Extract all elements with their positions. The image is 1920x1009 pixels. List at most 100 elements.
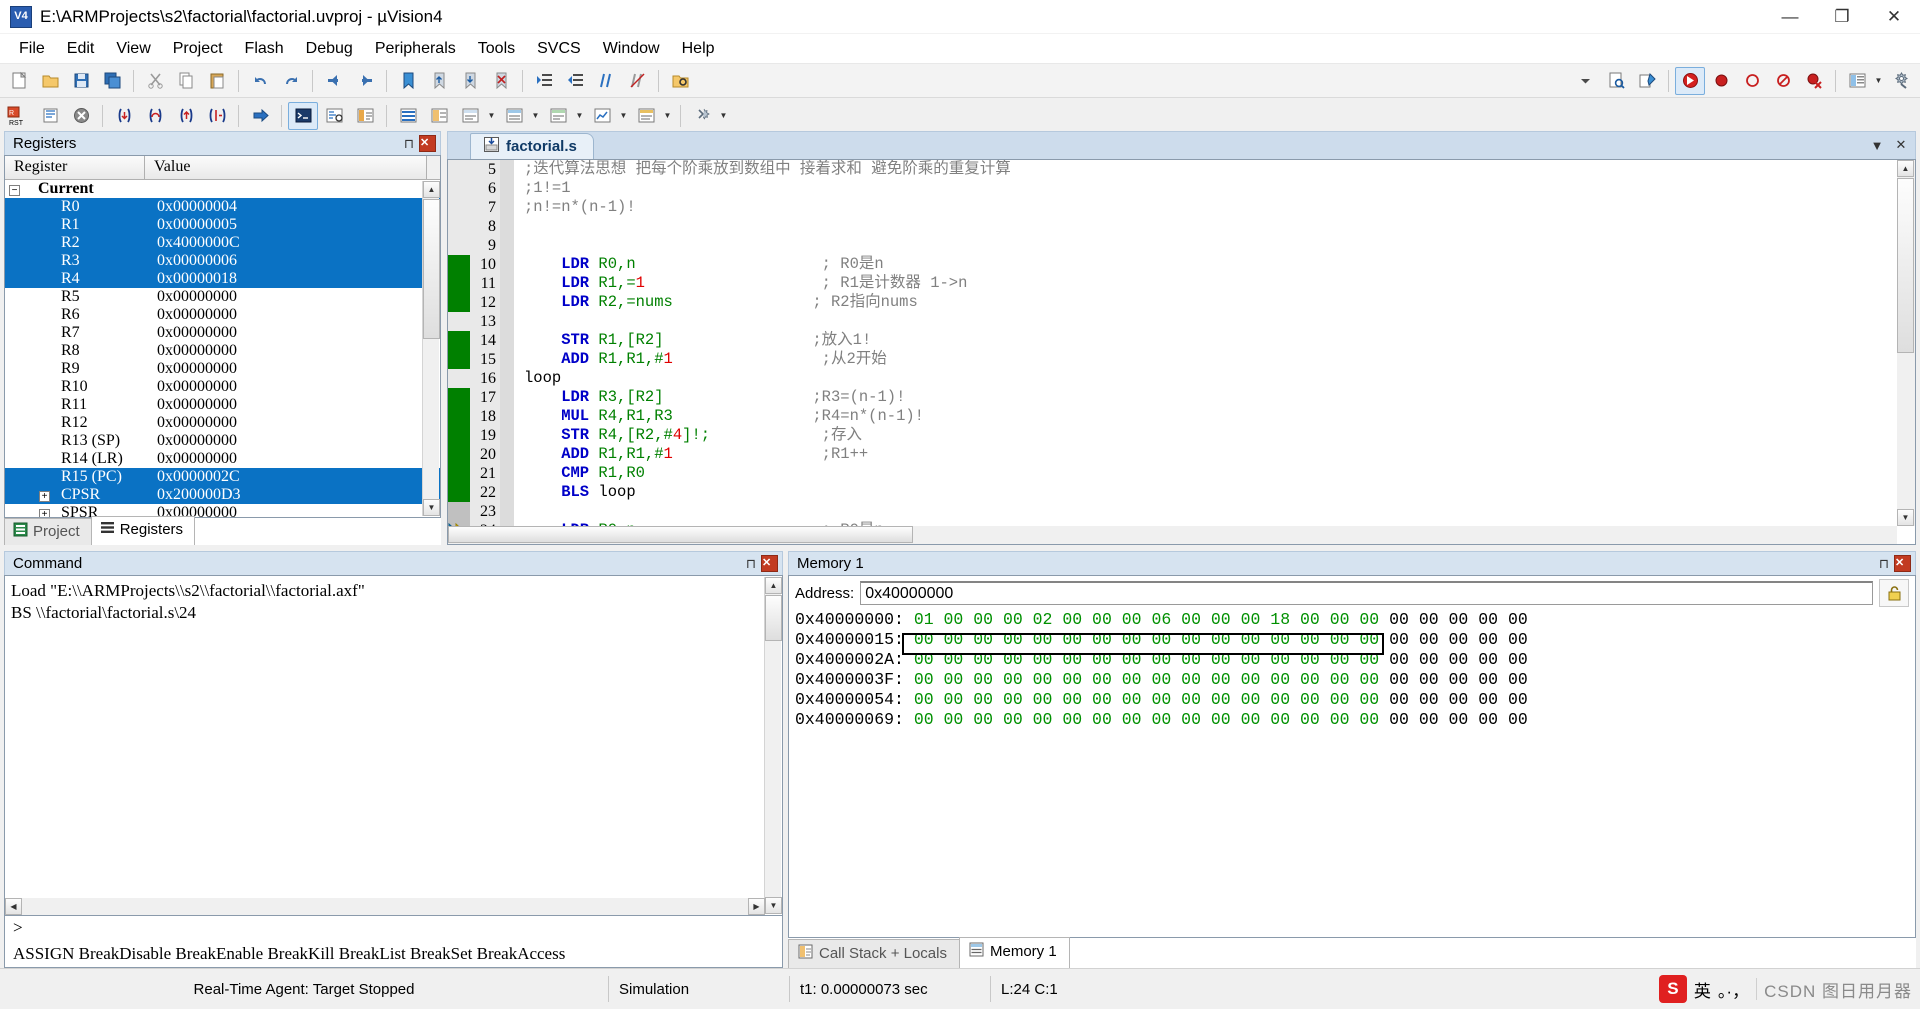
memory-body[interactable]: Address: 0x40000000: 01 00 00 00 02 00 0… xyxy=(788,575,1916,938)
scroll-down-icon[interactable]: ▼ xyxy=(423,499,440,516)
code-text[interactable] xyxy=(514,312,1897,331)
register-row-r0[interactable]: R0 0x00000004 xyxy=(5,198,440,216)
code-text[interactable]: LDR R1,=1 ; R1是计数器 1->n xyxy=(514,274,1897,293)
navigate-forward-icon[interactable] xyxy=(350,67,380,95)
register-value[interactable]: 0x00000000 xyxy=(157,288,237,306)
column-value[interactable]: Value xyxy=(145,156,427,179)
code-line[interactable]: 11 LDR R1,=1 ; R1是计数器 1->n xyxy=(448,274,1897,293)
code-text[interactable]: LDR R3,[R2] ;R3=(n-1)! xyxy=(514,388,1897,407)
code-line[interactable]: 9 xyxy=(448,236,1897,255)
comment-icon[interactable] xyxy=(591,67,621,95)
tab-registers[interactable]: Registers xyxy=(90,516,196,545)
register-row-r1[interactable]: R1 0x00000005 xyxy=(5,216,440,234)
code-line[interactable]: 12 LDR R2,=nums ; R2指向nums xyxy=(448,293,1897,312)
command-output-area[interactable]: Load "E:\\ARMProjects\\s2\\factorial\\fa… xyxy=(4,575,783,916)
register-value[interactable]: 0x00000000 xyxy=(157,360,237,378)
menu-view[interactable]: View xyxy=(105,36,161,62)
code-line[interactable]: 17 LDR R3,[R2] ;R3=(n-1)! xyxy=(448,388,1897,407)
menu-flash[interactable]: Flash xyxy=(234,36,295,62)
breakpoint-gutter[interactable] xyxy=(448,445,470,464)
uncomment-icon[interactable] xyxy=(622,67,652,95)
scrollbar-thumb[interactable] xyxy=(1897,178,1914,353)
register-value[interactable]: 0x00000000 xyxy=(157,378,237,396)
tab-call-stack-locals[interactable]: Call Stack + Locals xyxy=(788,939,960,968)
configure-target-icon[interactable] xyxy=(1886,67,1916,95)
close-icon[interactable]: ✕ xyxy=(1894,555,1911,572)
code-line[interactable]: 13 xyxy=(448,312,1897,331)
call-stack-window-icon[interactable] xyxy=(424,102,454,130)
expand-icon[interactable]: + xyxy=(39,509,50,517)
insert-breakpoint-icon[interactable] xyxy=(1706,67,1736,95)
scrollbar-thumb[interactable] xyxy=(448,526,913,543)
memory-address-input[interactable] xyxy=(860,581,1873,605)
tab-list-chevron-icon[interactable]: ▼ xyxy=(1867,135,1887,155)
code-line[interactable]: 20 ADD R1,R1,#1 ;R1++ xyxy=(448,445,1897,464)
disable-breakpoint-icon[interactable] xyxy=(1768,67,1798,95)
debug-settings-icon[interactable] xyxy=(687,102,717,130)
register-row-r2[interactable]: R2 0x4000000C xyxy=(5,234,440,252)
scrollbar-thumb[interactable] xyxy=(765,595,782,641)
register-value[interactable]: 0x00000004 xyxy=(157,198,237,216)
breakpoint-gutter[interactable] xyxy=(448,483,470,502)
save-all-icon[interactable] xyxy=(97,67,127,95)
editor-body[interactable]: 5 ;迭代算法思想 把每个阶乘放到数组中 接着求和 避免阶乘的重复计算 6 ;1!=1… xyxy=(447,159,1916,545)
remove-breakpoint-icon[interactable] xyxy=(1737,67,1767,95)
pin-icon[interactable]: ⊓ xyxy=(399,134,419,154)
registers-group-row[interactable]: − Current xyxy=(5,180,440,198)
close-icon[interactable]: ✕ xyxy=(761,555,778,572)
code-text[interactable]: STR R4,[R2,#4]!; ;存入 xyxy=(514,426,1897,445)
register-value[interactable]: 0x00000000 xyxy=(157,306,237,324)
run-to-cursor-icon[interactable] xyxy=(202,102,232,130)
pin-icon[interactable]: ⊓ xyxy=(1874,554,1894,574)
register-value[interactable]: 0x4000000C xyxy=(157,234,240,252)
close-icon[interactable]: ✕ xyxy=(419,135,436,152)
code-text[interactable]: ;n!=n*(n-1)! xyxy=(514,198,1897,217)
memory-row-bytes[interactable]: 00 00 00 00 00 xyxy=(1389,710,1528,729)
code-line[interactable]: 15 ADD R1,R1,#1 ;从2开始 xyxy=(448,350,1897,369)
editor-vertical-scrollbar[interactable]: ▲ ▼ xyxy=(1897,160,1915,526)
register-value[interactable]: 0x00000000 xyxy=(157,414,237,432)
register-row-r15[interactable]: R15 (PC) 0x0000002C xyxy=(5,468,440,486)
step-over-icon[interactable] xyxy=(140,102,170,130)
outdent-icon[interactable] xyxy=(560,67,590,95)
breakpoint-gutter[interactable] xyxy=(448,369,470,388)
menu-tools[interactable]: Tools xyxy=(467,36,526,62)
tab-project[interactable]: Project xyxy=(4,518,92,545)
watch-window-icon[interactable] xyxy=(455,102,485,130)
scrollbar-thumb[interactable] xyxy=(423,199,440,339)
breakpoint-gutter[interactable] xyxy=(448,236,470,255)
code-line[interactable]: 6 ;1!=1 xyxy=(448,179,1897,198)
tab-memory-1[interactable]: Memory 1 xyxy=(958,937,1070,968)
clear-bookmarks-icon[interactable] xyxy=(486,67,516,95)
register-row-cpsr[interactable]: + CPSR 0x200000D3 xyxy=(5,486,440,504)
find-in-files-icon[interactable] xyxy=(665,67,695,95)
step-out-icon[interactable] xyxy=(171,102,201,130)
code-line[interactable]: 21 CMP R1,R0 xyxy=(448,464,1897,483)
run-icon[interactable] xyxy=(35,102,65,130)
register-value[interactable]: 0x00000000 xyxy=(157,396,237,414)
register-row-r14[interactable]: R14 (LR) 0x00000000 xyxy=(5,450,440,468)
memory-row-bytes-highlight[interactable]: 00 00 00 00 00 00 00 00 00 00 00 00 00 0… xyxy=(914,650,1379,669)
sogou-ime-icon[interactable]: S xyxy=(1658,975,1687,1003)
code-line[interactable]: 18 MUL R4,R1,R3 ;R4=n*(n-1)! xyxy=(448,407,1897,426)
register-row-r7[interactable]: R7 0x00000000 xyxy=(5,324,440,342)
breakpoint-gutter[interactable] xyxy=(448,331,470,350)
pin-icon[interactable]: ⊓ xyxy=(741,554,761,574)
register-row-r3[interactable]: R3 0x00000006 xyxy=(5,252,440,270)
code-text[interactable]: MUL R4,R1,R3 ;R4=n*(n-1)! xyxy=(514,407,1897,426)
breakpoint-gutter[interactable] xyxy=(448,426,470,445)
code-text[interactable] xyxy=(514,217,1897,236)
next-bookmark-icon[interactable] xyxy=(455,67,485,95)
command-input[interactable]: > xyxy=(4,916,783,942)
memory-hex-grid[interactable]: 0x40000000: 01 00 00 00 02 00 00 00 06 0… xyxy=(789,610,1915,937)
manage-config-icon[interactable] xyxy=(1842,67,1872,95)
code-line[interactable]: 23 xyxy=(448,502,1897,521)
breakpoint-gutter[interactable] xyxy=(448,198,470,217)
memory-row[interactable]: 0x4000003F: 00 00 00 00 00 00 00 00 00 0… xyxy=(795,670,1915,690)
breakpoint-gutter[interactable] xyxy=(448,502,470,521)
column-register[interactable]: Register xyxy=(5,156,145,179)
memory-row-bytes-highlight[interactable]: 00 00 00 00 00 00 00 00 00 00 00 00 00 0… xyxy=(914,710,1379,729)
chevron-down-icon[interactable]: ▼ xyxy=(529,102,542,130)
register-row-r6[interactable]: R6 0x00000000 xyxy=(5,306,440,324)
editor-tab-factorial-s[interactable]: factorial.s xyxy=(470,133,594,159)
